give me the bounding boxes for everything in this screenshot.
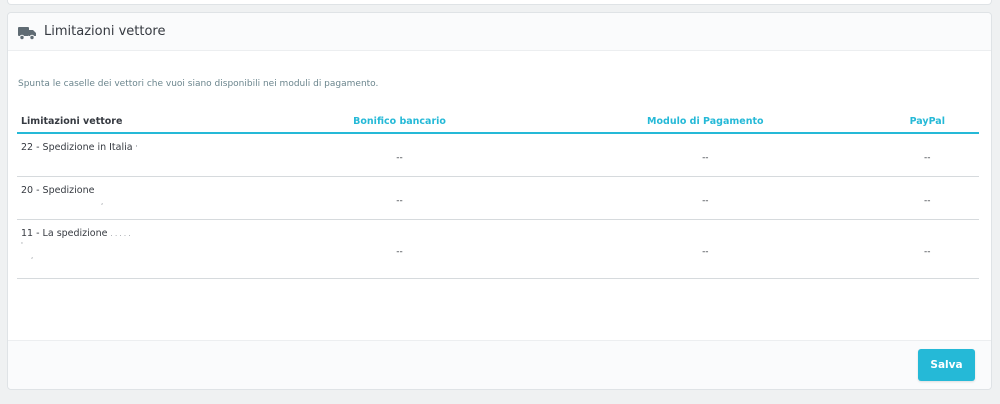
panel-title: Limitazioni vettore (44, 24, 166, 39)
panel-heading: Limitazioni vettore (8, 13, 991, 51)
paypal-cell[interactable]: -- (875, 133, 979, 177)
column-header-payment-module: Modulo di Pagamento (535, 111, 876, 134)
paypal-cell[interactable]: -- (875, 176, 979, 220)
payment-module-cell[interactable]: -- (535, 133, 876, 177)
bank-wire-cell[interactable]: -- (264, 133, 536, 177)
carrier-restrictions-table: Limitazioni vettore Bonifico bancario Mo… (17, 111, 979, 279)
column-header-paypal: PayPal (875, 111, 979, 134)
column-header-bank-wire: Bonifico bancario (264, 111, 536, 134)
payment-module-cell[interactable]: -- (535, 176, 876, 220)
panel-footer: Salva (8, 340, 991, 389)
carrier-name: 11 - La spedizione . . . . . ', (17, 219, 264, 279)
previous-panel-edge (7, 0, 992, 5)
bank-wire-cell[interactable]: -- (264, 219, 536, 279)
payment-module-cell[interactable]: -- (535, 219, 876, 279)
carrier-name: 20 - Spedizione, (17, 176, 264, 220)
carrier-name: 22 - Spedizione in Italia ' (17, 133, 264, 177)
truck-icon (18, 25, 36, 40)
carrier-restrictions-panel: Limitazioni vettore Spunta le caselle de… (7, 12, 992, 390)
paypal-cell[interactable]: -- (875, 219, 979, 279)
table-row: 11 - La spedizione . . . . . ', -- -- -- (17, 219, 979, 279)
bank-wire-cell[interactable]: -- (264, 176, 536, 220)
column-header-carrier: Limitazioni vettore (17, 111, 264, 134)
save-button[interactable]: Salva (918, 349, 975, 381)
panel-description: Spunta le caselle dei vettori che vuoi s… (18, 79, 379, 89)
table-row: 20 - Spedizione, -- -- -- (17, 176, 979, 220)
table-row: 22 - Spedizione in Italia ' -- -- -- (17, 133, 979, 177)
table-header-row: Limitazioni vettore Bonifico bancario Mo… (17, 111, 979, 134)
